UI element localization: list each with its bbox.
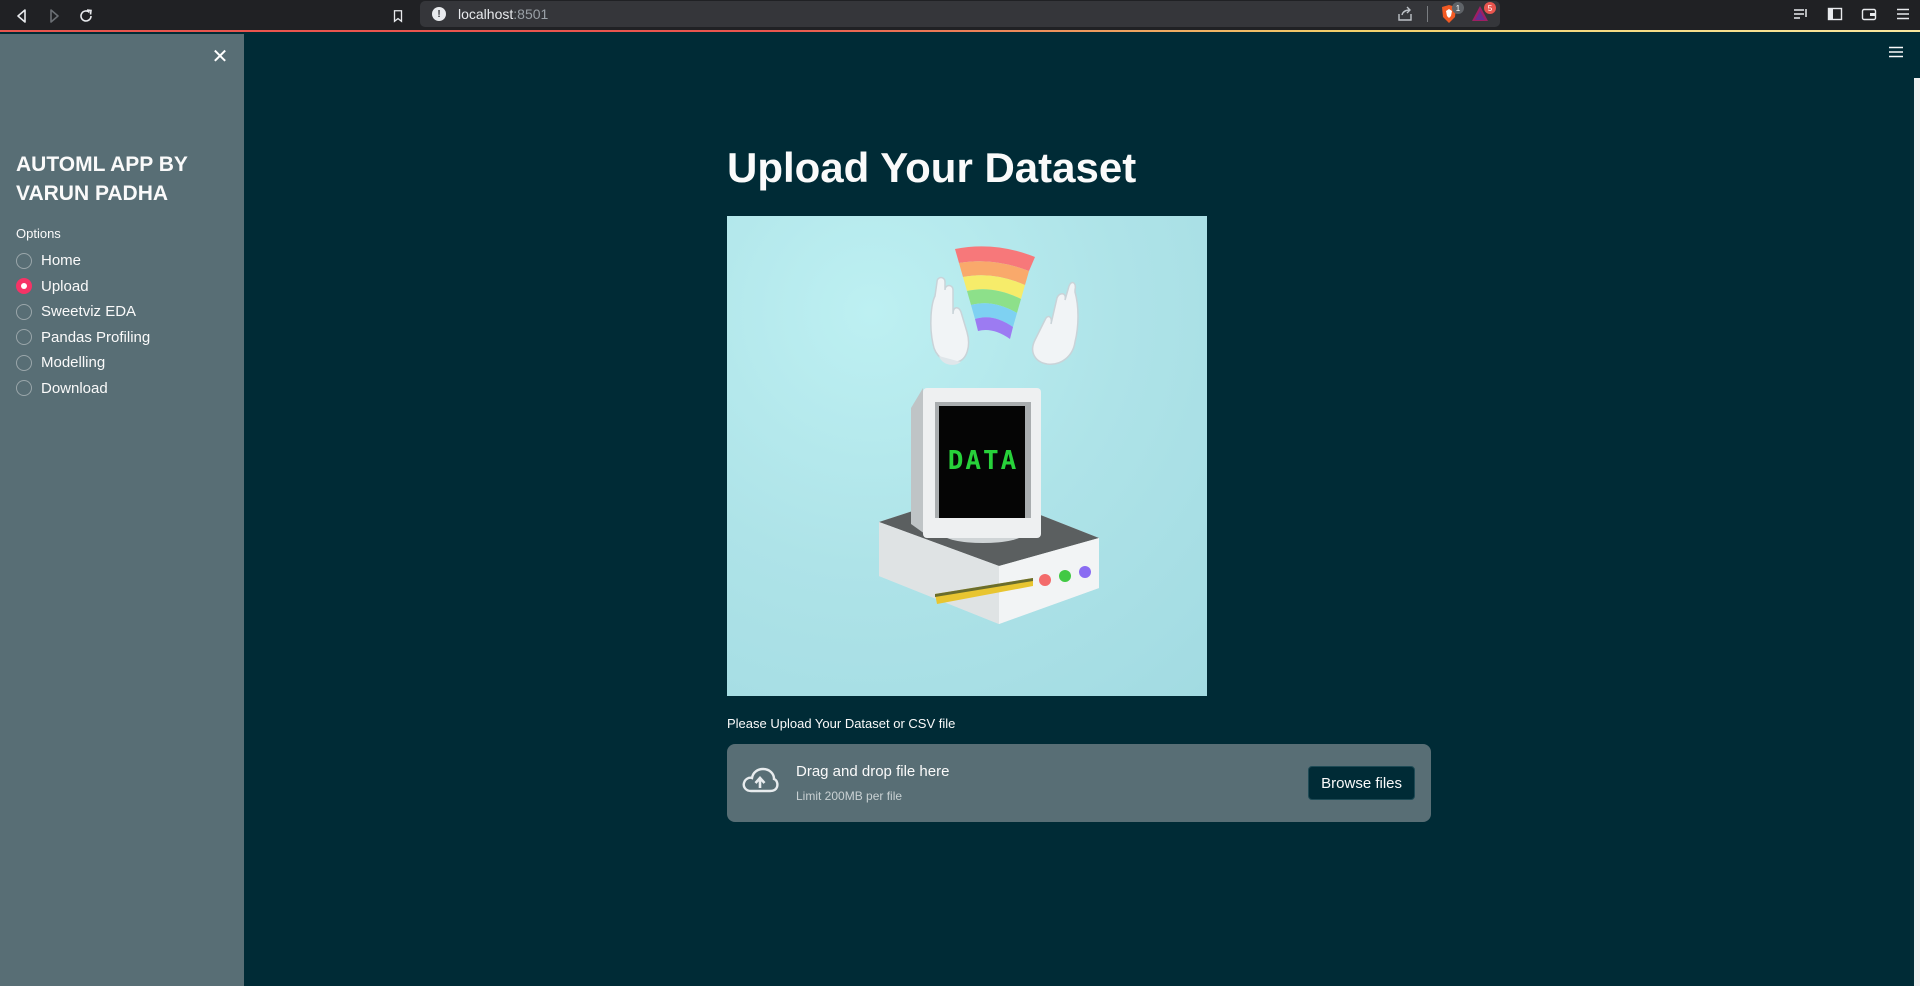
wallet-icon[interactable] [1852, 0, 1886, 28]
forward-icon[interactable] [42, 4, 66, 28]
scrollbar[interactable] [1914, 78, 1920, 986]
radio-circle[interactable] [16, 252, 32, 269]
computer-monitor: DATA [911, 388, 1041, 543]
browse-files-button[interactable]: Browse files [1308, 766, 1415, 800]
browser-menu-icon[interactable] [1886, 0, 1920, 28]
rainbow-banner [955, 246, 1035, 339]
radio-circle[interactable] [16, 354, 32, 371]
glove-left [930, 276, 970, 365]
info-icon[interactable]: ! [432, 7, 446, 21]
file-size-limit: Limit 200MB per file [796, 789, 903, 803]
browser-tools [1784, 0, 1920, 28]
page-load-indicator [0, 30, 1920, 32]
drop-instruction: Drag and drop file here [796, 763, 950, 780]
radio-option-home[interactable]: Home [16, 248, 150, 274]
radio-option-pandas-profiling[interactable]: Pandas Profiling [16, 325, 150, 351]
bookmark-icon[interactable] [388, 4, 408, 28]
app-title: AUTOML APP BY VARUN PADHA [16, 153, 188, 205]
navigation-radio-group: Home Upload Sweetviz EDA Pandas Profilin… [16, 248, 150, 401]
radio-option-download[interactable]: Download [16, 376, 150, 402]
browser-toolbar: ! localhost:8501 1 5 [0, 0, 1920, 32]
screen-data-text: DATA [948, 446, 1019, 476]
radio-label: Sweetviz EDA [41, 303, 137, 321]
radio-label: Pandas Profiling [41, 328, 151, 346]
radio-label: Upload [41, 277, 89, 295]
radio-circle-selected[interactable] [16, 278, 32, 295]
options-label: Options [16, 226, 61, 241]
address-bar[interactable]: ! localhost:8501 1 5 [420, 1, 1500, 27]
file-dropzone[interactable]: Drag and drop file here Limit 200MB per … [727, 744, 1431, 822]
radio-label: Home [41, 252, 82, 270]
radio-label: Download [41, 379, 108, 397]
radio-circle[interactable] [16, 329, 32, 346]
url-text: localhost:8501 [458, 6, 549, 22]
back-icon[interactable] [10, 4, 34, 28]
radio-option-sweetviz-eda[interactable]: Sweetviz EDA [16, 299, 150, 325]
sidebar-toggle-icon[interactable] [1818, 0, 1852, 28]
cloud-upload-icon [741, 766, 779, 796]
share-icon[interactable] [1396, 5, 1414, 23]
page-title: Upload Your Dataset [727, 144, 1137, 191]
close-icon[interactable]: ✕ [210, 46, 230, 68]
radio-circle[interactable] [16, 380, 32, 397]
brave-rewards-icon[interactable]: 5 [1470, 2, 1496, 24]
hamburger-menu-icon[interactable] [1886, 44, 1906, 60]
data-computer-illustration: DATA [727, 216, 1207, 696]
glove-right [1031, 281, 1079, 365]
uploader-label: Please Upload Your Dataset or CSV file [727, 716, 956, 731]
radio-option-modelling[interactable]: Modelling [16, 350, 150, 376]
radio-circle[interactable] [16, 303, 32, 320]
radio-option-upload[interactable]: Upload [16, 274, 150, 300]
address-bar-divider [1427, 6, 1428, 22]
brave-shield-icon[interactable]: 1 [1440, 2, 1464, 24]
rewards-count-badge: 5 [1484, 2, 1496, 14]
sidebar: ✕ AUTOML APP BY VARUN PADHA Options Home… [0, 34, 244, 986]
shield-count-badge: 1 [1452, 2, 1464, 14]
streamlit-app: ✕ AUTOML APP BY VARUN PADHA Options Home… [0, 34, 1920, 986]
reload-icon[interactable] [74, 4, 98, 28]
radio-label: Modelling [41, 354, 106, 372]
playlist-icon[interactable] [1784, 0, 1818, 28]
